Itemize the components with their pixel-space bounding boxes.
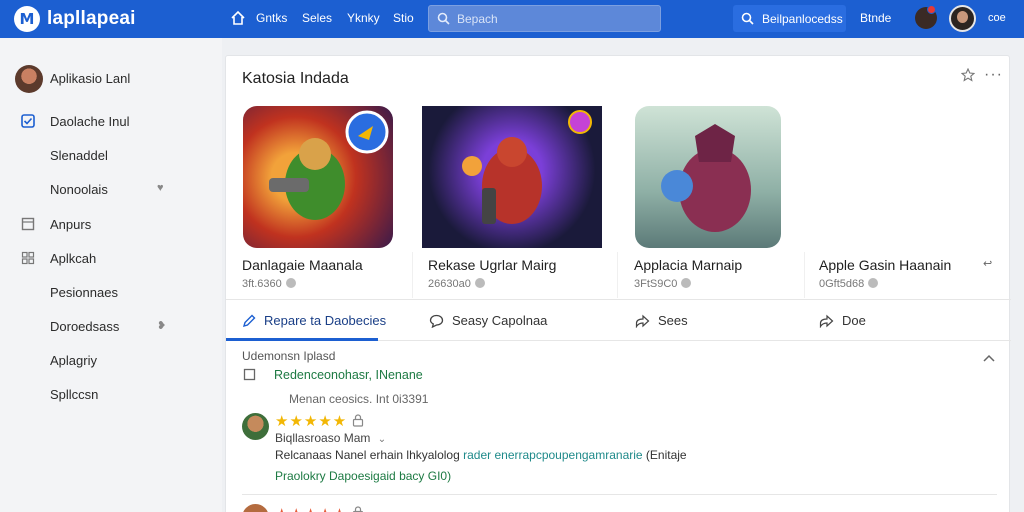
heart-icon: ♥ xyxy=(157,182,164,194)
app-meta-2: 26630a0 xyxy=(428,278,485,290)
review-divider xyxy=(242,494,997,495)
nav-link-3[interactable]: Yknky xyxy=(347,11,380,25)
rating-stars-2: ★★★★★ xyxy=(275,505,347,512)
app-4-chevron-icon[interactable]: ↩ xyxy=(983,257,992,270)
app-name-3[interactable]: Applacia Marnaip xyxy=(634,257,742,273)
verified-icon xyxy=(285,278,296,288)
box-icon xyxy=(21,217,35,231)
verified-icon xyxy=(681,278,692,288)
app-meta-1: 3ft.6360 xyxy=(242,278,296,290)
search-icon xyxy=(437,12,450,25)
section-subtitle: Menan ceosics. Int 0i3391 xyxy=(289,392,429,406)
app-art-2 xyxy=(462,110,592,224)
lock-icon xyxy=(352,506,364,512)
app-art-3 xyxy=(661,124,751,232)
top-bar: M lapllapeai Gntks Seles Yknky Stio Beil… xyxy=(0,0,1024,38)
home-icon[interactable] xyxy=(230,10,246,26)
app-name-1[interactable]: Danlagaie Maanala xyxy=(242,257,363,273)
page-title: Katosia Indada xyxy=(242,70,349,87)
star-icon[interactable] xyxy=(961,68,975,82)
nav-link-4[interactable]: Stio xyxy=(393,11,414,25)
section-link[interactable]: Redenceonohasr, INenane xyxy=(274,368,423,382)
column-divider xyxy=(617,252,618,298)
share-icon xyxy=(819,314,834,328)
column-divider xyxy=(804,252,805,298)
chevron-icon: ❥ xyxy=(157,320,167,332)
app-meta-4: 0Gft5d68 xyxy=(819,278,879,290)
app-meta-3: 3FtS9C0 xyxy=(634,278,692,290)
reviewer-name[interactable]: Biqllasroaso Mam ⌄ xyxy=(275,431,386,445)
profile-avatar[interactable] xyxy=(15,65,43,93)
search-icon xyxy=(741,12,754,25)
app-art-1 xyxy=(269,110,389,220)
checkbox-icon xyxy=(21,114,35,128)
chevron-up-icon[interactable] xyxy=(983,354,995,362)
search-button-label: Beilpanlocedss xyxy=(762,11,843,26)
nav-link-1[interactable]: Gntks xyxy=(256,11,287,25)
app-thumbnail-2[interactable] xyxy=(422,106,602,248)
main-card: Katosia Indada ··· Danlagaie Maanala Rek… xyxy=(225,55,1011,512)
nav-link-2[interactable]: Seles xyxy=(302,11,332,25)
grid-icon xyxy=(21,251,35,265)
more-icon[interactable]: ··· xyxy=(984,66,1003,84)
action-tabs: Repare ta Daobecies Seasy Capolnaa Sees … xyxy=(226,299,1011,341)
top-right-small-link[interactable]: coe xyxy=(988,12,1006,24)
active-tab-indicator xyxy=(226,338,378,341)
search-button[interactable]: Beilpanlocedss xyxy=(733,5,846,32)
chevron-down-icon[interactable]: ⌄ xyxy=(378,434,386,445)
top-right-link[interactable]: Btnde xyxy=(860,11,891,25)
pencil-icon xyxy=(242,314,256,327)
review-text: Relcanaas Nanel erhain lhkyalolog rader … xyxy=(275,448,687,462)
lock-icon xyxy=(352,414,364,427)
tab-share[interactable]: Sees xyxy=(635,313,688,328)
app-logo-icon[interactable]: M xyxy=(14,6,40,32)
sidebar: Aplikasio Lanl Daolache Inul Slenaddel N… xyxy=(0,38,222,512)
comment-icon xyxy=(429,314,444,328)
search-box[interactable] xyxy=(428,5,661,32)
review-link[interactable]: Praolokry Dapoesigaid bacy GI0) xyxy=(275,469,451,483)
reviewer-avatar[interactable] xyxy=(242,413,269,440)
tab-more[interactable]: Doe xyxy=(819,313,866,328)
reviewer-avatar-2[interactable] xyxy=(242,504,269,512)
app-thumbnail-3[interactable] xyxy=(635,106,781,248)
brand-name[interactable]: lapllapeai xyxy=(47,8,136,30)
tab-comments[interactable]: Seasy Capolnaa xyxy=(429,313,547,328)
rating-stars: ★★★★★ xyxy=(275,413,348,430)
app-thumbnail-1[interactable] xyxy=(243,106,393,248)
user-avatar[interactable] xyxy=(949,5,976,32)
search-input[interactable] xyxy=(457,10,652,28)
app-name-4[interactable]: Apple Gasin Haanain xyxy=(819,257,951,273)
column-divider xyxy=(412,252,413,298)
share-icon xyxy=(635,314,650,328)
verified-icon xyxy=(868,278,879,288)
tab-repare[interactable]: Repare ta Daobecies xyxy=(242,313,386,328)
app-name-2[interactable]: Rekase Ugrlar Mairg xyxy=(428,257,556,273)
verified-icon xyxy=(474,278,485,288)
notification-badge xyxy=(927,5,936,14)
comments-heading: Udemonsn Iplasd xyxy=(242,349,336,363)
bookmark-icon xyxy=(243,368,256,381)
